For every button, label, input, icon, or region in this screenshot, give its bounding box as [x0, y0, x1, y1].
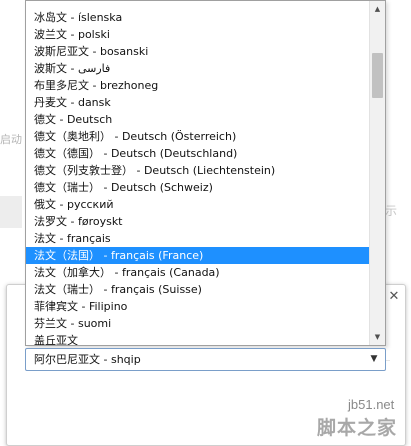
- close-icon[interactable]: ✕: [387, 289, 401, 305]
- language-option[interactable]: 俄文 - русский: [26, 196, 369, 213]
- language-option[interactable]: 盖丘亚文: [26, 332, 369, 345]
- background-hint-right: 示: [385, 204, 398, 218]
- language-option[interactable]: 法文（加拿大） - français (Canada): [26, 264, 369, 281]
- list-scrollbar[interactable]: ▲ ▼: [369, 1, 385, 345]
- scroll-thumb[interactable]: [372, 53, 383, 98]
- language-option[interactable]: 波斯尼亚文 - bosanski: [26, 43, 369, 60]
- language-option[interactable]: 丹麦文 - dansk: [26, 94, 369, 111]
- scroll-down-icon[interactable]: ▼: [370, 329, 385, 345]
- language-option[interactable]: 德文（列支敦士登） - Deutsch (Liechtenstein): [26, 162, 369, 179]
- background-hint-left: 启动: [0, 133, 22, 145]
- language-option[interactable]: 波斯文 - فارسی: [26, 60, 369, 77]
- language-option[interactable]: 芬兰文 - suomi: [26, 315, 369, 332]
- language-option[interactable]: 德文（德国） - Deutsch (Deutschland): [26, 145, 369, 162]
- language-option[interactable]: 菲律宾文 - Filipino: [26, 298, 369, 315]
- background-row-band: [0, 196, 22, 228]
- language-option-selected[interactable]: 法文（法国） - français (France): [26, 247, 369, 264]
- watermark-name: 脚本之家: [317, 417, 398, 439]
- language-option[interactable]: 冰岛文 - íslenska: [26, 9, 369, 26]
- language-select-value: 阿尔巴尼亚文 - shqip: [34, 353, 141, 366]
- language-option[interactable]: 德文（奥地利） - Deutsch (Österreich): [26, 128, 369, 145]
- language-option[interactable]: 德文 - Deutsch: [26, 111, 369, 128]
- language-option[interactable]: 法文（瑞士） - français (Suisse): [26, 281, 369, 298]
- language-select[interactable]: 阿尔巴尼亚文 - shqip ▼: [25, 348, 386, 371]
- language-option[interactable]: 德文（瑞士） - Deutsch (Schweiz): [26, 179, 369, 196]
- scroll-up-icon[interactable]: ▲: [370, 1, 385, 17]
- language-option[interactable]: 布里多尼文 - brezhoneg: [26, 77, 369, 94]
- language-option[interactable]: 法文 - français: [26, 230, 369, 247]
- language-dropdown-list[interactable]: 冰岛文 - íslenska 波兰文 - polski 波斯尼亚文 - bosans…: [25, 0, 386, 346]
- chevron-down-icon[interactable]: ▼: [367, 349, 381, 370]
- language-option[interactable]: 波兰文 - polski: [26, 26, 369, 43]
- watermark-site: jb51.net: [348, 397, 395, 412]
- language-option[interactable]: 法罗文 - føroyskt: [26, 213, 369, 230]
